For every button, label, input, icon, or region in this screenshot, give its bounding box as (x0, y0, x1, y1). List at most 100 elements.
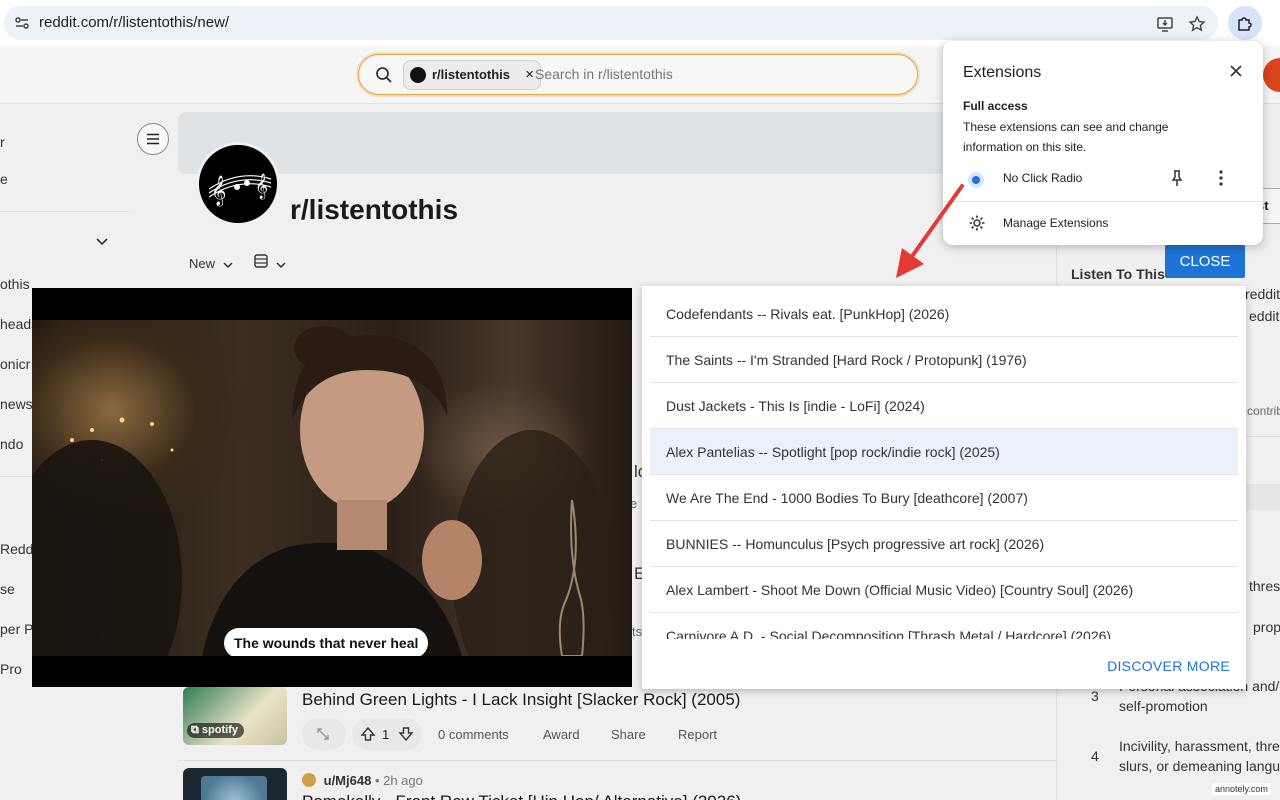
comments-button[interactable]: 0 comments (438, 727, 509, 742)
rule-number: 3 (1091, 688, 1099, 704)
vote-control: 1 (352, 718, 422, 750)
sidebar-item[interactable]: e (0, 171, 8, 187)
hamburger-icon (147, 133, 159, 145)
rule-number: 4 (1091, 748, 1099, 764)
sidebar-text-fragment: reddit (1245, 286, 1280, 302)
playlist-panel: Codefendants -- Rivals eat. [PunkHop] (2… (642, 286, 1246, 689)
post-time: 2h ago (383, 773, 423, 788)
rule-text-fragment: thresh (1249, 578, 1280, 594)
share-button[interactable]: Share (611, 727, 646, 742)
chevron-down-icon (276, 262, 286, 269)
sort-dropdown[interactable]: New (189, 256, 233, 271)
post-thumbnail[interactable]: ⧉ spotify (183, 687, 287, 745)
video-player[interactable]: The wounds that never heal (32, 288, 632, 687)
chip-remove-icon[interactable]: × (525, 61, 534, 89)
post-title[interactable]: Pomekally - Front Row Ticket [Hip Hop/ A… (302, 792, 741, 800)
extensions-popup: Extensions Full access These extensions … (943, 41, 1263, 245)
subreddit-banner (178, 112, 1058, 174)
extensions-popup-title: Extensions (963, 64, 1042, 81)
install-app-icon[interactable] (1156, 15, 1174, 33)
rule-text[interactable]: Incivility, harassment, thre (1119, 738, 1280, 754)
thumbnail-image (201, 776, 267, 800)
address-bar[interactable]: reddit.com/r/listentothis/new/ (4, 6, 1218, 40)
post-author[interactable]: u/Mj648 (324, 773, 372, 788)
rule-text[interactable]: self-promotion (1119, 698, 1208, 714)
full-access-description: These extensions can see and change info… (963, 120, 1169, 154)
report-button[interactable]: Report (678, 727, 717, 742)
vote-count: 1 (382, 727, 390, 742)
award-button[interactable]: Award (543, 727, 580, 742)
search-placeholder[interactable]: Search in r/listentothis (535, 66, 673, 82)
sidebar-item[interactable]: ndo (0, 436, 23, 452)
sidebar-text-fragment: contrib (1247, 404, 1280, 418)
browser-toolbar: reddit.com/r/listentothis/new/ (0, 0, 1280, 46)
sidebar-item[interactable]: Pro (0, 661, 22, 677)
expand-icon (317, 728, 329, 740)
subreddit-title: r/listentothis (290, 194, 459, 225)
sidebar-heading: Listen To This (1071, 266, 1165, 282)
track-item[interactable]: We Are The End - 1000 Bodies To Bury [de… (650, 475, 1238, 521)
discover-more-button[interactable]: DISCOVER MORE (1107, 658, 1230, 674)
subreddit-chip-avatar (410, 67, 426, 83)
svg-text:𝄞: 𝄞 (211, 175, 226, 207)
sort-label: New (189, 256, 216, 271)
extension-item-no-click-radio[interactable]: No Click Radio (943, 165, 1263, 199)
sidebar-item[interactable]: Redd (0, 541, 33, 557)
sidebar-item[interactable]: per P (0, 621, 33, 637)
view-mode-dropdown[interactable] (254, 254, 286, 273)
track-list: Codefendants -- Rivals eat. [PunkHop] (2… (650, 291, 1238, 639)
puzzle-icon (1238, 17, 1252, 31)
sidebar-item[interactable]: se (0, 581, 15, 597)
track-item[interactable]: The Saints -- I'm Stranded [Hard Rock / … (650, 337, 1238, 383)
manage-extensions-label: Manage Extensions (1003, 216, 1109, 230)
post-divider (178, 760, 1058, 761)
url-text[interactable]: reddit.com/r/listentothis/new/ (39, 14, 229, 31)
sidebar-item[interactable]: othis (0, 276, 30, 292)
music-notes-icon: 𝄞 𝄞 (208, 173, 272, 207)
video-frame: The wounds that never heal (32, 320, 632, 656)
pin-icon[interactable] (1169, 169, 1185, 187)
sidebar-text-fragment: eddit (1249, 308, 1280, 324)
card-view-icon (254, 254, 268, 268)
search-icon (376, 67, 392, 83)
sidebar-toggle-button[interactable] (137, 123, 169, 155)
expand-button[interactable] (302, 718, 346, 750)
full-access-heading: Full access (963, 99, 1028, 113)
sidebar-item[interactable]: news (0, 396, 33, 412)
close-icon[interactable] (1228, 63, 1244, 79)
sidebar-item[interactable]: onicr (0, 356, 30, 372)
upvote-icon[interactable] (360, 726, 376, 742)
search-bar[interactable]: r/listentothis × Search in r/listentothi… (358, 54, 918, 95)
watermark: annotely.com (1212, 783, 1271, 795)
video-caption: The wounds that never heal (224, 628, 429, 656)
rule-text-fragment: prope (1253, 619, 1280, 635)
close-player-button[interactable]: CLOSE (1165, 245, 1245, 278)
track-item[interactable]: Codefendants -- Rivals eat. [PunkHop] (2… (650, 291, 1238, 337)
track-item[interactable]: Dust Jackets - This Is [indie - LoFi] (2… (650, 383, 1238, 429)
external-link-icon: ⧉ (191, 724, 202, 736)
downvote-icon[interactable] (398, 726, 414, 742)
subreddit-chip-label: r/listentothis (432, 67, 511, 82)
manage-extensions-button[interactable]: Manage Extensions (943, 205, 1263, 241)
subreddit-filter-chip[interactable]: r/listentothis × (403, 60, 542, 90)
gear-icon (969, 215, 985, 231)
post-thumbnail[interactable] (183, 768, 287, 800)
thumbnail-source-badge: ⧉ spotify (187, 723, 244, 738)
user-avatar[interactable] (302, 773, 316, 787)
sidebar-divider (0, 211, 130, 212)
popup-divider (943, 201, 1263, 202)
site-settings-icon[interactable] (14, 15, 30, 31)
sidebar-item[interactable]: r (0, 134, 5, 150)
bookmark-star-icon[interactable] (1188, 15, 1206, 33)
more-options-icon[interactable] (1213, 169, 1229, 187)
rule-text[interactable]: slurs, or demeaning langu (1119, 758, 1280, 774)
post-title[interactable]: Behind Green Lights - I Lack Insight [Sl… (302, 690, 740, 710)
svg-text:𝄞: 𝄞 (255, 173, 268, 199)
track-item[interactable]: Carnivore A.D. - Social Decomposition [T… (650, 613, 1238, 639)
track-item[interactable]: BUNNIES -- Homunculus [Psych progressive… (650, 521, 1238, 567)
chevron-down-icon[interactable] (96, 238, 108, 246)
extensions-button[interactable] (1228, 6, 1262, 40)
track-item-active[interactable]: Alex Pantelias -- Spotlight [pop rock/in… (650, 429, 1238, 475)
thumbnail-source-label: spotify (201, 724, 238, 736)
track-item[interactable]: Alex Lambert - Shoot Me Down (Official M… (650, 567, 1238, 613)
